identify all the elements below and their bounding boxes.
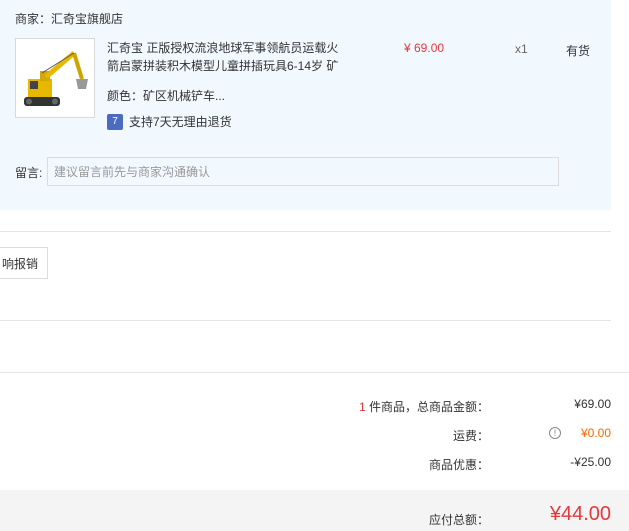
shipping-value: ¥0.00 (580, 426, 611, 440)
product-title[interactable]: 汇奇宝 正版授权流浪地球军事领航员运载火箭启蒙拼装积木模型儿童拼插玩具6-14岁… (107, 39, 347, 75)
product-quantity: x1 (515, 42, 528, 56)
goods-total-value: ¥69.00 (574, 397, 611, 411)
shop-name[interactable]: 商家：汇奇宝旗舰店 (15, 10, 123, 27)
product-variant: 颜色：矿区机械铲车... (107, 89, 226, 103)
excavator-toy-image (16, 39, 94, 117)
item-count: 1 (358, 400, 366, 414)
divider (0, 320, 611, 321)
order-item-panel: 商家：汇奇宝旗舰店 汇奇宝 正版授权流浪地球军事领航员运载火箭启蒙拼装积木模型儿… (0, 0, 611, 210)
message-input[interactable] (47, 157, 559, 186)
return-policy-text: 支持7天无理由退货 (129, 115, 232, 129)
invoice-button[interactable]: 响报销 (0, 247, 48, 279)
total-label: 应付总额： (428, 513, 489, 527)
discount-label: 商品优惠： (428, 458, 489, 472)
divider (0, 372, 629, 373)
info-icon[interactable]: ! (549, 427, 561, 439)
stock-status: 有货 (566, 44, 591, 58)
total-bar: 应付总额： ¥44.00 (0, 490, 629, 531)
goods-total-label: 1 件商品，总商品金额： (358, 400, 489, 414)
product-thumbnail[interactable] (15, 38, 95, 118)
total-value: ¥44.00 (549, 503, 611, 525)
divider (0, 231, 611, 232)
seven-day-return-icon: 7 (107, 113, 123, 130)
return-policy: 7 支持7天无理由退货 (107, 113, 232, 130)
discount-value: -¥25.00 (570, 455, 611, 469)
shipping-label: 运费： (452, 429, 489, 443)
product-price: ¥ 69.00 (404, 41, 445, 55)
message-label: 留言: (15, 166, 43, 180)
